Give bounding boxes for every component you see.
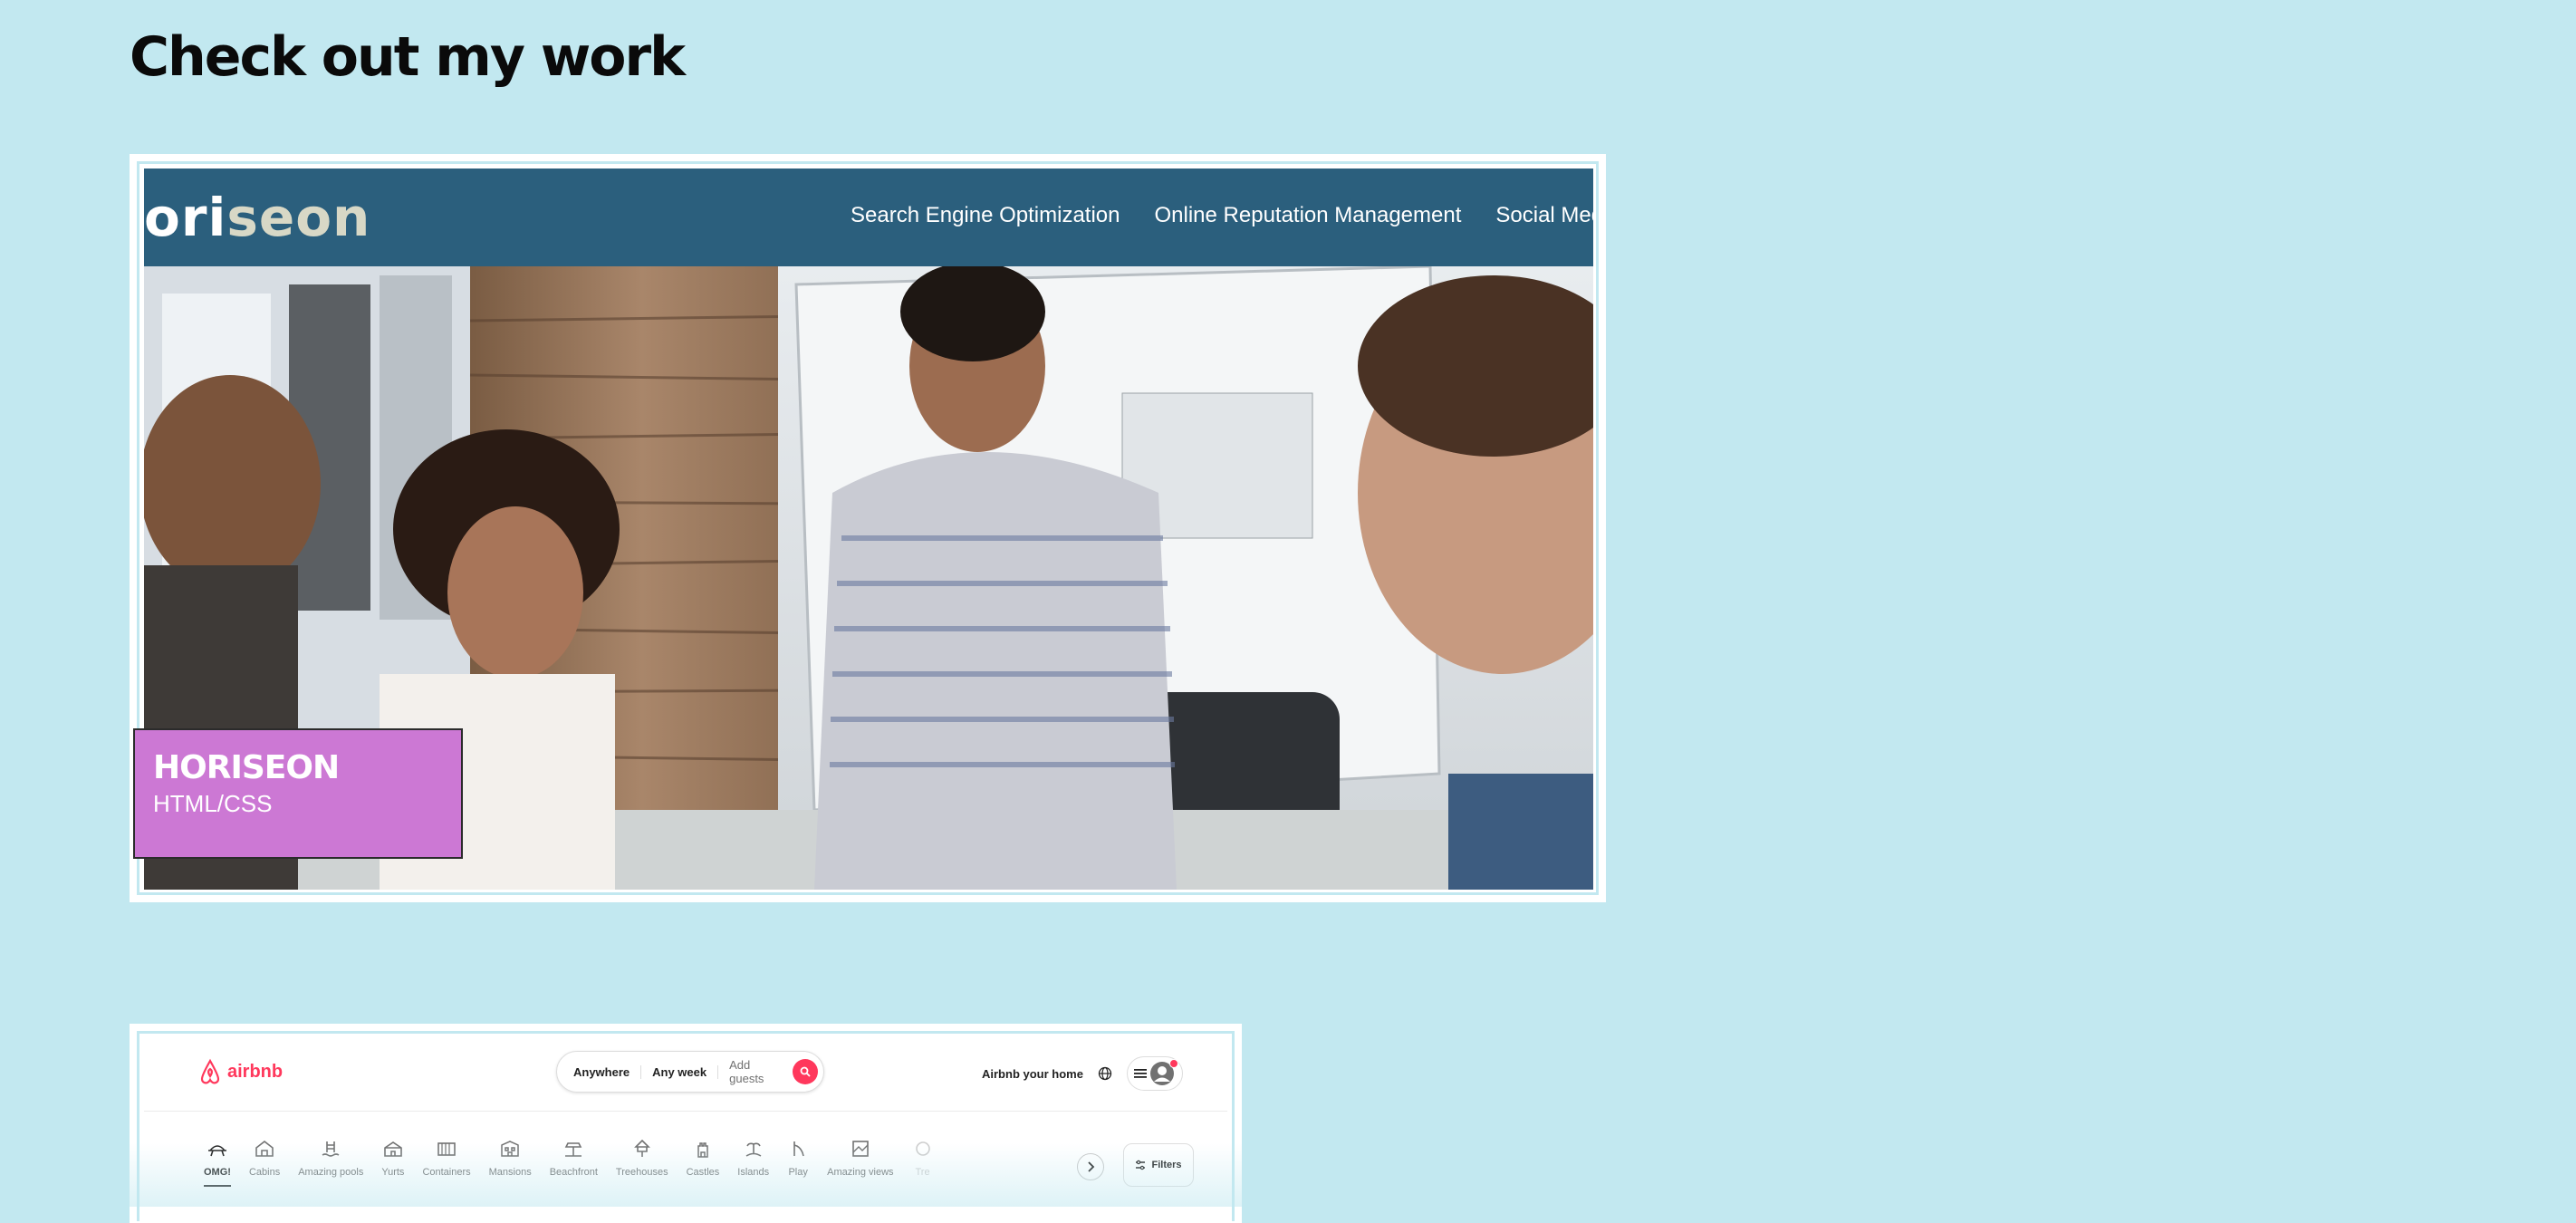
screenshot-nav: Search Engine Optimization Online Reputa… xyxy=(851,203,1593,228)
search-icon xyxy=(793,1059,818,1084)
screenshot-logo: oriseon xyxy=(144,187,371,248)
slide-icon xyxy=(793,1141,804,1157)
category-beachfront: Beachfront xyxy=(541,1138,607,1178)
search-where: Anywhere xyxy=(573,1064,642,1079)
airbnb-user-area: Airbnb your home xyxy=(982,1056,1183,1091)
category-castles: Castles xyxy=(678,1138,729,1178)
hamburger-icon xyxy=(1134,1069,1148,1078)
section-title: Check out my work xyxy=(130,25,686,89)
screenshot-nav-item: Online Reputation Management xyxy=(1154,203,1462,227)
category-omg: OMG! xyxy=(195,1138,240,1187)
category-islands: Islands xyxy=(728,1138,778,1178)
project-label[interactable]: HORISEON HTML/CSS xyxy=(133,728,463,859)
screenshot-header: oriseon Search Engine Optimization Onlin… xyxy=(144,169,1593,266)
category-amazing-views: Amazing views xyxy=(818,1138,902,1178)
category-truncated: Tre xyxy=(903,1138,943,1178)
notification-dot xyxy=(1168,1059,1178,1068)
chevron-right-icon xyxy=(1077,1153,1104,1180)
screenshot-nav-item: Social Media M xyxy=(1495,203,1593,227)
category-amazing-pools: Amazing pools xyxy=(289,1138,372,1178)
airbnb-category-bar: OMG! Cabins Amazing pools Yurts Containe… xyxy=(195,1138,943,1187)
container-icon xyxy=(437,1142,456,1156)
ufo-house-icon xyxy=(207,1145,226,1157)
view-icon xyxy=(852,1141,869,1157)
beach-icon xyxy=(565,1142,582,1157)
category-cabins: Cabins xyxy=(240,1138,289,1178)
castle-icon xyxy=(697,1142,708,1158)
search-guests: Add guests xyxy=(729,1058,764,1085)
airbnb-wordmark: airbnb xyxy=(227,1061,284,1082)
project-tech: HTML/CSS xyxy=(153,790,273,817)
airbnb-search-bar[interactable]: Anywhere Any week Add guests xyxy=(556,1051,824,1093)
airbnb-header-divider xyxy=(144,1111,1227,1112)
profile-menu xyxy=(1126,1056,1183,1091)
project-screenshot[interactable]: airbnb Anywhere Any week Add guests Airb… xyxy=(144,1038,1227,1221)
cabin-icon xyxy=(255,1140,274,1157)
category-containers: Containers xyxy=(413,1138,479,1178)
project-name: HORISEON xyxy=(153,749,340,786)
mansion-icon xyxy=(501,1141,519,1157)
globe-icon xyxy=(1098,1066,1112,1081)
category-icon xyxy=(915,1141,930,1156)
category-treehouses: Treehouses xyxy=(607,1138,678,1178)
screenshot-nav-item: Search Engine Optimization xyxy=(851,203,1120,227)
project-card-airbnb[interactable]: airbnb Anywhere Any week Add guests Airb… xyxy=(130,1024,1242,1223)
category-mansions: Mansions xyxy=(480,1138,541,1178)
filter-icon xyxy=(1136,1160,1146,1170)
filters-button: Filters xyxy=(1123,1143,1194,1187)
search-when: Any week xyxy=(641,1064,719,1079)
treehouse-icon xyxy=(633,1139,650,1157)
airbnb-logo: airbnb xyxy=(198,1058,283,1085)
host-link: Airbnb your home xyxy=(982,1066,1083,1081)
pool-icon xyxy=(322,1141,340,1157)
category-play: Play xyxy=(778,1138,818,1178)
airbnb-mark-icon xyxy=(200,1058,220,1084)
yurt-icon xyxy=(384,1141,402,1157)
island-icon xyxy=(745,1142,762,1157)
category-yurts: Yurts xyxy=(372,1138,413,1178)
